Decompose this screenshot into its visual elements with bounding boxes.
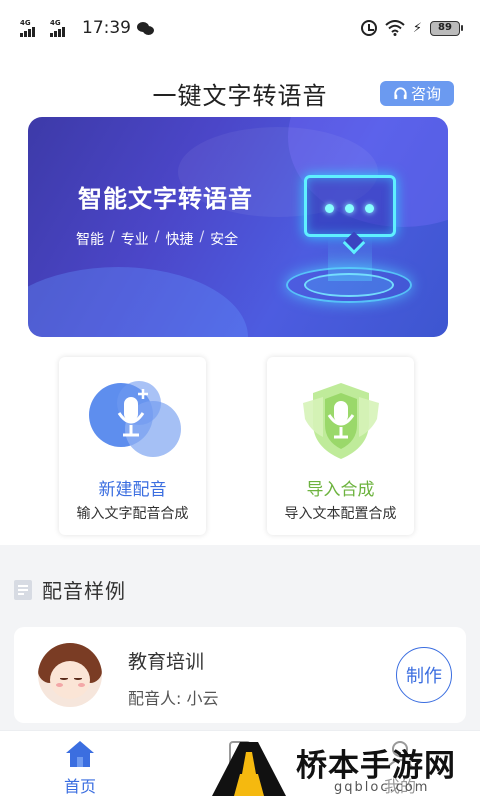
make-button[interactable]: 制作 bbox=[396, 647, 452, 703]
banner-tag: 安全 bbox=[210, 232, 239, 248]
tag-separator: / bbox=[110, 229, 115, 245]
wifi-icon bbox=[385, 20, 405, 36]
import-synthesis-card[interactable]: 导入合成 导入文本配置合成 bbox=[267, 357, 414, 535]
watermark-logo-icon bbox=[212, 742, 286, 796]
import-synthesis-label: 导入合成 bbox=[306, 480, 375, 500]
new-dubbing-label: 新建配音 bbox=[98, 480, 167, 500]
avatar bbox=[38, 643, 102, 707]
charging-icon: ⚡ bbox=[412, 20, 422, 36]
nav-home[interactable]: 首页 bbox=[30, 731, 130, 800]
new-dubbing-desc: 输入文字配音合成 bbox=[76, 506, 189, 522]
chat-bubble-icon bbox=[304, 175, 396, 237]
tag-separator: / bbox=[154, 229, 160, 245]
status-right: ⚡ 89 bbox=[360, 20, 463, 36]
consult-label: 咨询 bbox=[410, 85, 441, 103]
sample-item[interactable]: 教育培训 配音人: 小云 制作 bbox=[14, 627, 466, 723]
headset-icon bbox=[394, 87, 407, 100]
sample-voice-actor: 配音人: 小云 bbox=[128, 689, 219, 708]
wechat-icon bbox=[137, 20, 155, 36]
clock: 17:39 bbox=[82, 18, 131, 38]
banner-tag: 智能 bbox=[76, 232, 104, 248]
promo-banner[interactable]: 智能文字转语音 智能 / 专业 / 快捷 / 安全 bbox=[28, 117, 448, 337]
samples-title: 配音样例 bbox=[42, 579, 126, 603]
consult-button[interactable]: 咨询 bbox=[380, 81, 454, 106]
watermark-text: 桥本手游网 bbox=[296, 748, 456, 784]
nav-home-label: 首页 bbox=[63, 777, 96, 796]
signal-label: 4G bbox=[50, 19, 61, 27]
document-icon bbox=[14, 579, 32, 600]
tag-separator: / bbox=[199, 229, 205, 245]
battery-icon: 89 bbox=[430, 20, 463, 36]
import-synthesis-desc: 导入文本配置合成 bbox=[284, 506, 397, 522]
microphone-plus-icon bbox=[89, 381, 181, 457]
status-bar: 4G 4G 17:39 ⚡ 89 bbox=[0, 0, 480, 64]
samples-header: 配音样例 bbox=[14, 575, 126, 604]
banner-tag: 专业 bbox=[120, 232, 149, 248]
sample-title: 教育培训 bbox=[128, 651, 205, 673]
home-icon bbox=[66, 741, 94, 767]
signal-icon: 4G bbox=[20, 19, 44, 37]
signal-label: 4G bbox=[20, 19, 31, 27]
alarm-icon bbox=[360, 20, 377, 36]
new-dubbing-card[interactable]: 新建配音 输入文字配音合成 bbox=[59, 357, 206, 535]
status-left: 4G 4G 17:39 bbox=[20, 18, 155, 38]
watermark-url: gqbloc.com bbox=[334, 780, 430, 795]
banner-tags: 智能 / 专业 / 快捷 / 安全 bbox=[76, 229, 238, 249]
shield-microphone-icon bbox=[303, 383, 379, 459]
banner-title: 智能文字转语音 bbox=[78, 185, 253, 213]
watermark: 桥本手游网 gqbloc.com bbox=[210, 738, 480, 800]
banner-tag: 快捷 bbox=[165, 232, 194, 248]
signal-icon: 4G bbox=[50, 19, 74, 37]
